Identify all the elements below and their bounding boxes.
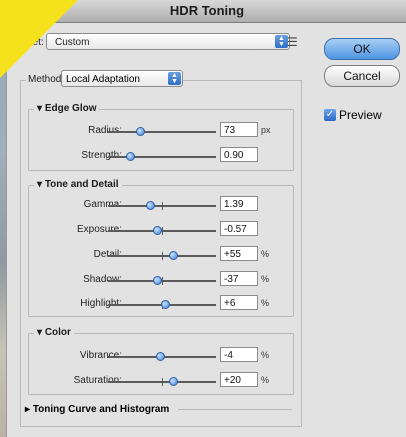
preview-toggle[interactable]: ✓ Preview	[324, 106, 382, 124]
preset-select[interactable]: Custom ▲ ▼	[46, 33, 290, 50]
vibrance-slider[interactable]	[108, 352, 216, 361]
slider-thumb[interactable]	[155, 352, 165, 361]
strength-field[interactable]: 0.90	[220, 147, 258, 162]
preset-options-icon[interactable]: ☰	[287, 35, 298, 49]
method-select[interactable]: Local Adaptation ▲ ▼	[61, 70, 183, 87]
highlight-unit: %	[261, 298, 270, 308]
highlight-slider[interactable]	[108, 300, 216, 309]
slider-center-tick	[162, 202, 163, 210]
toning-curve-toggle[interactable]: ▸ Toning Curve and Histogram	[25, 404, 169, 415]
strength-slider[interactable]	[108, 152, 216, 161]
exposure-field[interactable]: -0.57	[220, 221, 258, 236]
radius-unit: px	[261, 125, 271, 135]
saturation-slider[interactable]	[108, 377, 216, 386]
gamma-field[interactable]: 1.39	[220, 196, 258, 211]
select-arrows-icon: ▲ ▼	[168, 72, 181, 85]
slider-thumb[interactable]	[152, 226, 162, 235]
vibrance-unit: %	[261, 350, 270, 360]
slider-center-tick	[162, 227, 163, 235]
tone-detail-title[interactable]: ▾ Tone and Detail	[34, 179, 122, 190]
gamma-slider[interactable]	[108, 201, 216, 210]
corner-badge	[0, 0, 78, 78]
detail-unit: %	[261, 249, 270, 259]
highlight-field[interactable]: +6	[220, 295, 258, 310]
color-title[interactable]: ▾ Color	[34, 327, 74, 338]
shadow-field[interactable]: -37	[220, 271, 258, 286]
shadow-slider[interactable]	[108, 276, 216, 285]
exposure-slider[interactable]	[108, 226, 216, 235]
ok-button[interactable]: OK	[324, 38, 400, 60]
detail-field[interactable]: +55	[220, 246, 258, 261]
slider-thumb[interactable]	[152, 276, 162, 285]
slider-thumb[interactable]	[168, 377, 178, 386]
radius-slider[interactable]	[108, 127, 216, 136]
detail-slider[interactable]	[108, 251, 216, 260]
shadow-unit: %	[261, 274, 270, 284]
slider-center-tick	[162, 252, 163, 260]
slider-center-tick	[162, 277, 163, 285]
slider-center-tick	[162, 378, 163, 386]
slider-thumb[interactable]	[125, 152, 135, 161]
cancel-button[interactable]: Cancel	[324, 65, 400, 87]
divider	[178, 409, 292, 410]
slider-thumb[interactable]	[168, 251, 178, 260]
radius-field[interactable]: 73	[220, 122, 258, 137]
saturation-unit: %	[261, 375, 270, 385]
vibrance-field[interactable]: -4	[220, 347, 258, 362]
edge-glow-title[interactable]: ▾ Edge Glow	[34, 103, 100, 114]
preview-checkbox[interactable]: ✓	[324, 108, 336, 121]
preview-label: Preview	[339, 107, 382, 122]
saturation-field[interactable]: +20	[220, 372, 258, 387]
